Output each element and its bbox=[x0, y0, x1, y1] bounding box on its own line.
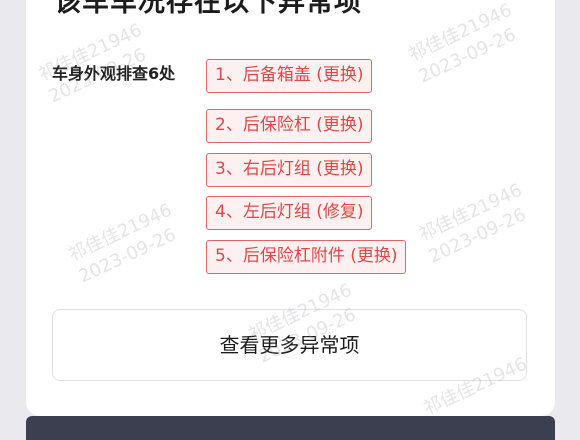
issue-item-1: 1、后备箱盖 (更换) bbox=[206, 59, 373, 93]
issue-item-4: 4、左后灯组 (修复) bbox=[206, 196, 373, 230]
bottom-action-bar bbox=[26, 416, 555, 440]
view-more-button[interactable]: 查看更多异常项 bbox=[52, 309, 527, 381]
section-label: 车身外观排查6处 bbox=[52, 64, 176, 83]
issue-item-3: 3、右后灯组 (更换) bbox=[206, 153, 373, 187]
issue-item-5: 5、后保险杠附件 (更换) bbox=[206, 240, 407, 274]
card-title: 该车车况存在以下异常项 bbox=[54, 0, 362, 18]
issue-item-2: 2、后保险杠 (更换) bbox=[206, 109, 373, 143]
